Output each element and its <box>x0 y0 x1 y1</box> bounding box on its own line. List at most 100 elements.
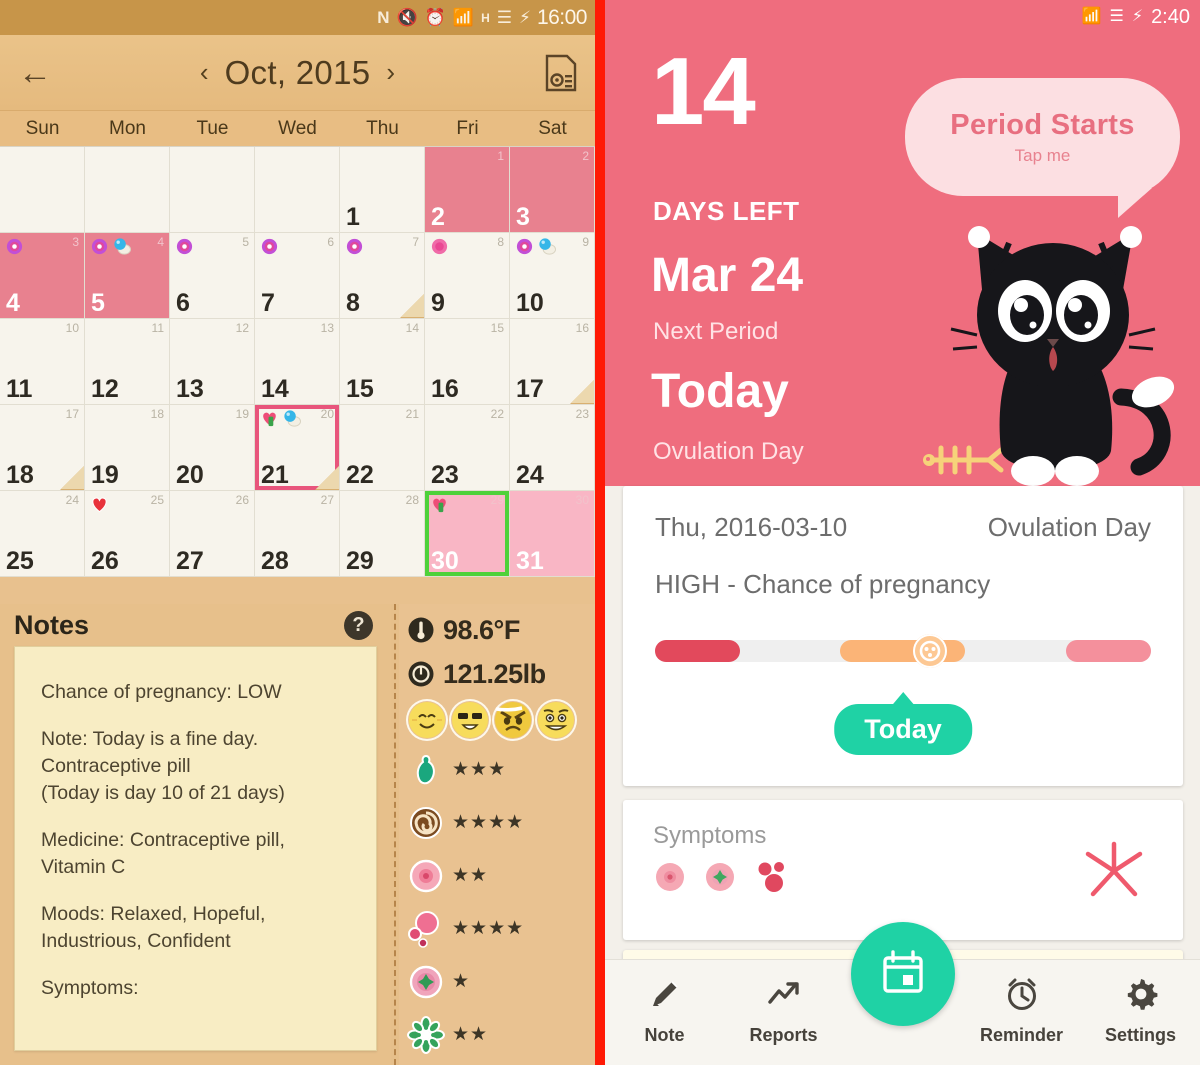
calendar-day-cell-8[interactable]: 78 <box>340 233 425 319</box>
calendar-day-cell-17[interactable]: 16 17 <box>510 319 595 405</box>
note-line: Symptoms: <box>41 977 139 999</box>
heart-icon <box>90 495 109 514</box>
next-month-button[interactable]: › <box>386 57 395 88</box>
calendar-day-cell-12[interactable]: 11 12 <box>85 319 170 405</box>
calendar-day-cell-9[interactable]: 89 <box>425 233 510 319</box>
calendar-day-cell-13[interactable]: 12 13 <box>170 319 255 405</box>
prev-month-button[interactable]: ‹ <box>200 57 209 88</box>
day-number: 13 <box>176 375 204 403</box>
calendar-day-cell-25[interactable]: 24 25 <box>0 491 85 577</box>
right-status-clock: 2:40 <box>1151 5 1190 28</box>
calendar-fab-button[interactable] <box>850 922 955 1026</box>
day-number: 23 <box>431 461 459 489</box>
pink-cross-icon[interactable] <box>703 860 737 894</box>
note-fold-corner-icon <box>60 466 84 490</box>
day-number: 22 <box>346 461 374 489</box>
mood-emoji-row[interactable] <box>407 696 595 743</box>
lunar-date: 10 <box>65 321 79 335</box>
symptom-rating-row[interactable]: ★★★ <box>407 743 595 796</box>
nav-item-settings[interactable]: Settings <box>1081 960 1200 1046</box>
notes-paper[interactable]: Chance of pregnancy: LOW Note: Today is a… <box>14 646 377 1051</box>
signal-icon: ☰ <box>496 8 512 27</box>
trend-chart-icon <box>766 976 802 1017</box>
signal-icon: ☰ <box>1109 8 1124 25</box>
calendar-day-cell-27[interactable]: 26 27 <box>170 491 255 577</box>
thermometer-icon <box>407 616 435 644</box>
calendar-grid: 1 1 2 2 3 3 4 4 5 5 6 6 7 7 8 8 9 9 10 10 11 11 12 12 13 13 14 14 15… <box>0 146 595 577</box>
calendar-day-cell-19[interactable]: 18 19 <box>85 405 170 491</box>
calendar-day-cell-14[interactable]: 13 14 <box>255 319 340 405</box>
cycle-track[interactable] <box>655 634 1151 668</box>
nav-label-settings: Settings <box>1104 1025 1176 1045</box>
cycle-segment-next-period <box>1066 640 1151 662</box>
nav-item-reports[interactable]: Reports <box>724 960 843 1046</box>
note-fold-corner-icon <box>400 294 424 318</box>
nav-label-reminder: Reminder <box>979 1025 1064 1045</box>
grin-emoji[interactable] <box>537 701 575 739</box>
pink-blood-icon[interactable] <box>753 860 793 894</box>
calendar-day-cell-10[interactable]: 9 10 <box>510 233 595 319</box>
weekday-mon: Mon <box>109 117 146 139</box>
angry-emoji[interactable] <box>494 701 532 739</box>
cycle-track-knob[interactable] <box>913 634 947 668</box>
day-icon-row <box>260 409 301 428</box>
calendar-day-cell-7[interactable]: 67 <box>255 233 340 319</box>
symptoms-icon-row[interactable] <box>653 860 1153 894</box>
calendar-day-cell-30[interactable]: 29 30 <box>425 491 510 577</box>
happy-blush-emoji[interactable] <box>408 701 446 739</box>
battery-charging-icon: ⚡ <box>519 8 531 27</box>
calendar-day-cell-15[interactable]: 14 15 <box>340 319 425 405</box>
calendar-day-cell-11[interactable]: 10 11 <box>0 319 85 405</box>
symptom-rating-row[interactable]: ★★★★ <box>407 902 595 955</box>
calendar-day-cell-21[interactable]: 20 21 <box>255 405 340 491</box>
cycle-detail-card: Thu, 2016-03-10 Ovulation Day HIGH - Cha… <box>623 486 1183 786</box>
note-block: Note: Today is a fine day. Contraceptive … <box>41 726 354 807</box>
report-document-icon[interactable] <box>544 54 577 92</box>
calendar-day-cell-23[interactable]: 22 23 <box>425 405 510 491</box>
notes-stats-divider <box>391 604 399 1065</box>
symptom-rating-row[interactable]: ★★★★ <box>407 796 595 849</box>
calendar-day-cell-16[interactable]: 15 16 <box>425 319 510 405</box>
symptom-rating-row[interactable]: ★★ <box>407 1008 595 1061</box>
asterisk-icon[interactable] <box>1083 840 1145 907</box>
day-icon-row <box>5 237 24 256</box>
nav-label-note: Note <box>644 1025 685 1045</box>
symptom-rating-row[interactable]: ★★ <box>407 849 595 902</box>
excited-emoji[interactable] <box>451 701 489 739</box>
day-number: 31 <box>516 547 544 575</box>
pink-breast-icon[interactable] <box>653 860 687 894</box>
pink-dot-icon <box>430 237 449 256</box>
calendar-day-cell-26[interactable]: 25 26 <box>85 491 170 577</box>
calendar-day-cell-20[interactable]: 19 20 <box>170 405 255 491</box>
calendar-day-cell-4[interactable]: 34 <box>0 233 85 319</box>
today-pill-button[interactable]: Today <box>834 692 972 755</box>
nav-item-reminder[interactable]: Reminder <box>962 960 1081 1046</box>
calendar-empty-cell <box>0 147 85 233</box>
calendar-day-cell-28[interactable]: 27 28 <box>255 491 340 577</box>
calendar-day-cell-2[interactable]: 12 <box>425 147 510 233</box>
calendar-day-cell-5[interactable]: 45 <box>85 233 170 319</box>
lunar-date: 17 <box>65 407 79 421</box>
nav-item-calendar[interactable] <box>843 922 962 1026</box>
lunar-date: 3 <box>72 235 79 249</box>
calendar-day-cell-1[interactable]: 1 <box>340 147 425 233</box>
back-button[interactable]: ← <box>18 56 52 90</box>
weight-row[interactable]: 121.25lb <box>407 652 595 696</box>
nav-item-note[interactable]: Note <box>605 960 724 1046</box>
weight-value: 121.25lb <box>443 658 546 689</box>
calendar-day-cell-29[interactable]: 28 29 <box>340 491 425 577</box>
calendar-day-cell-18[interactable]: 17 18 <box>0 405 85 491</box>
lunar-date: 8 <box>497 235 504 249</box>
note-block: Medicine: Contraceptive pill, Vitamin C <box>41 827 354 881</box>
calendar-day-cell-24[interactable]: 23 24 <box>510 405 595 491</box>
calendar-day-cell-22[interactable]: 21 22 <box>340 405 425 491</box>
calendar-day-cell-3[interactable]: 23 <box>510 147 595 233</box>
period-starts-bubble[interactable]: Period Starts Tap me <box>905 78 1180 218</box>
temperature-row[interactable]: 98.6°F <box>407 608 595 652</box>
question-mark-icon[interactable]: ? <box>344 610 373 640</box>
calendar-day-cell-31[interactable]: 30 31 <box>510 491 595 577</box>
day-number: 17 <box>516 375 544 403</box>
day-number: 21 <box>261 461 289 489</box>
symptom-rating-row[interactable]: ★ <box>407 955 595 1008</box>
calendar-day-cell-6[interactable]: 56 <box>170 233 255 319</box>
